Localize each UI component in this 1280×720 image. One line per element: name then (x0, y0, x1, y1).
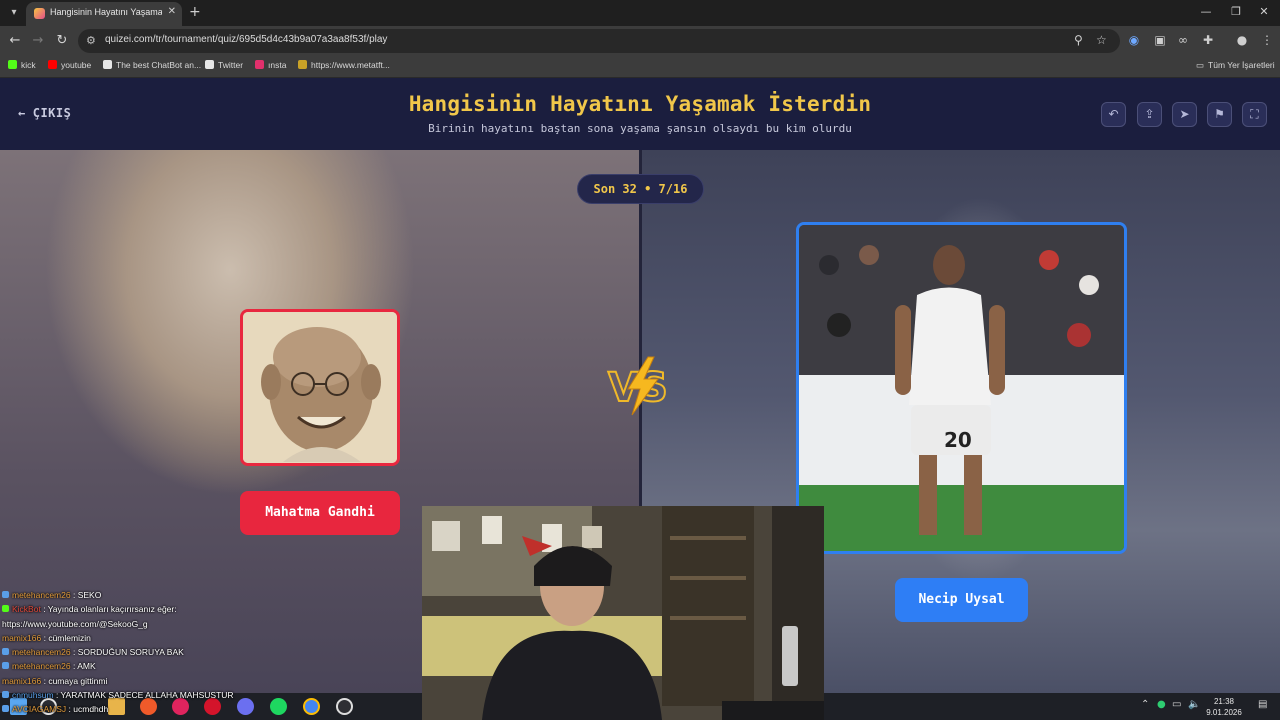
extensions-puzzle-icon[interactable]: ✚ (1200, 33, 1216, 47)
all-bookmarks[interactable]: ▭ Tüm Yer İşaretleri (1196, 60, 1275, 71)
contestant-left-photo (243, 312, 397, 463)
undo-icon: ↶ (1108, 107, 1119, 121)
reading-icon[interactable]: ∞ (1175, 33, 1191, 47)
chat-message: metehancem26 : SORDUĞUN SORUYA BAK (2, 645, 302, 659)
reload-icon[interactable]: ↻ (54, 33, 70, 48)
metatft-icon (298, 60, 307, 69)
share-icon: ⇪ (1144, 107, 1155, 121)
bookmark-item[interactable]: youtube (48, 60, 91, 70)
folder-icon: ▭ (1196, 60, 1205, 70)
bookmark-item[interactable]: kick (8, 60, 36, 70)
stream-chat: metehancem26 : SEKO KickBot : Yayında ol… (2, 588, 302, 717)
page-subtitle: Birinin hayatını baştan sona yaşama şans… (428, 122, 852, 135)
close-window-icon[interactable]: ✕ (1256, 5, 1272, 18)
browser-menu-icon[interactable]: ⋮ (1259, 33, 1275, 47)
contestant-right-photo: 20 (799, 225, 1124, 551)
chat-message: AVCIAGAMSJ : ucmdhdh (2, 702, 302, 716)
lightning-icon: VS (607, 356, 669, 416)
minimize-icon[interactable]: — (1198, 5, 1214, 18)
bot-badge-icon (2, 605, 9, 613)
browser-toolbar: ← → ↻ ⚙ quizei.com/tr/tournament/quiz/69… (0, 26, 1280, 56)
browser-tab-bar: ▾ Hangisinin Hayatını Yaşamak İs ✕ + — ❐… (0, 0, 1280, 26)
report-button[interactable]: ⚑ (1207, 102, 1232, 127)
network-icon[interactable]: ▭ (1172, 699, 1181, 710)
webcam-video (422, 506, 824, 720)
chrome-icon[interactable] (303, 698, 320, 715)
contestant-right-card[interactable]: 20 (796, 222, 1127, 554)
bookmarks-bar: kick youtube The best ChatBot an... Twit… (0, 56, 1280, 78)
system-clock[interactable]: 21:38 9.01.2026 (1204, 696, 1244, 718)
chat-badge-icon (2, 691, 9, 699)
tab-close-icon[interactable]: ✕ (168, 6, 176, 17)
site-info-icon[interactable]: ⚙ (86, 34, 96, 47)
contestant-left-card[interactable] (240, 309, 400, 466)
chat-badge-icon (2, 705, 9, 713)
chat-message: https://www.youtube.com/@SekooG_g (2, 618, 148, 629)
zoom-icon[interactable]: ⚲ (1074, 33, 1083, 47)
kick-icon (8, 60, 17, 69)
address-bar[interactable]: ⚙ quizei.com/tr/tournament/quiz/695d5d4c… (78, 29, 1120, 53)
chat-message: mamix166 : cumaya gittinmi (2, 675, 108, 686)
screen: ▾ Hangisinin Hayatını Yaşamak İs ✕ + — ❐… (0, 0, 1280, 720)
vs-emblem: VS (604, 353, 680, 419)
send-icon: ➤ (1179, 107, 1190, 121)
youtube-icon (48, 60, 57, 69)
round-indicator: Son 32 • 7/16 (577, 174, 704, 204)
tray-chevron-icon[interactable]: ⌃ (1141, 699, 1149, 710)
volume-icon[interactable]: 🔈 (1188, 699, 1200, 710)
contestant-left-button[interactable]: Mahatma Gandhi (240, 491, 400, 535)
webcam-overlay (422, 506, 824, 720)
browser-tab[interactable]: Hangisinin Hayatını Yaşamak İs ✕ (26, 2, 182, 26)
translate-icon[interactable]: ▣ (1152, 33, 1168, 47)
svg-text:20: 20 (944, 428, 972, 452)
back-icon[interactable]: ← (7, 33, 23, 48)
tab-favicon-icon (34, 8, 45, 19)
chat-message: metehancem26 : AMK (2, 659, 302, 673)
page-title: Hangisinin Hayatını Yaşamak İsterdin (408, 92, 872, 116)
chat-message: cnmuhsum : YARATMAK SADECE ALLAHA MAHSUS… (2, 688, 302, 702)
restore-icon[interactable]: ❐ (1228, 5, 1244, 18)
flag-icon: ⚑ (1214, 107, 1225, 121)
fullscreen-button[interactable]: ⛶ (1242, 102, 1267, 127)
bookmark-item[interactable]: The best ChatBot an... (103, 60, 201, 70)
send-button[interactable]: ➤ (1172, 102, 1197, 127)
chatbot-icon (103, 60, 112, 69)
chat-message: metehancem26 : SEKO (2, 588, 302, 602)
twitter-icon (205, 60, 214, 69)
tab-search-icon[interactable]: ▾ (6, 5, 22, 21)
share-button[interactable]: ⇪ (1137, 102, 1162, 127)
chat-badge-icon (2, 662, 9, 670)
instagram-icon (255, 60, 264, 69)
address-url[interactable]: quizei.com/tr/tournament/quiz/695d5d4c43… (105, 34, 387, 45)
bookmark-item[interactable]: ınsta (255, 60, 286, 70)
fullscreen-icon: ⛶ (1250, 107, 1259, 121)
notifications-icon[interactable]: ▤ (1258, 699, 1267, 710)
undo-button[interactable]: ↶ (1101, 102, 1126, 127)
bookmark-star-icon[interactable]: ☆ (1096, 33, 1107, 47)
forward-icon[interactable]: → (30, 33, 46, 48)
new-tab-icon[interactable]: + (189, 4, 201, 20)
bookmark-item[interactable]: Twitter (205, 60, 243, 70)
profile-avatar[interactable]: ● (1234, 33, 1250, 47)
tab-title: Hangisinin Hayatını Yaşamak İs (50, 7, 162, 17)
contestant-right-button[interactable]: Necip Uysal (895, 578, 1028, 622)
extension-icon[interactable]: ◉ (1126, 33, 1142, 47)
chat-badge-icon (2, 648, 9, 656)
obs-icon[interactable] (336, 698, 353, 715)
chat-message: mamix166 : cümlemizin (2, 632, 91, 643)
bookmark-item[interactable]: https://www.metatft... (298, 60, 390, 70)
quiz-header: ← ÇIKIŞ Hangisinin Hayatını Yaşamak İster… (0, 78, 1280, 150)
chat-badge-icon (2, 591, 9, 598)
chat-message: KickBot : Yayında olanları kaçırırsanız … (2, 602, 302, 616)
tray-status-icon[interactable]: ● (1157, 699, 1166, 710)
